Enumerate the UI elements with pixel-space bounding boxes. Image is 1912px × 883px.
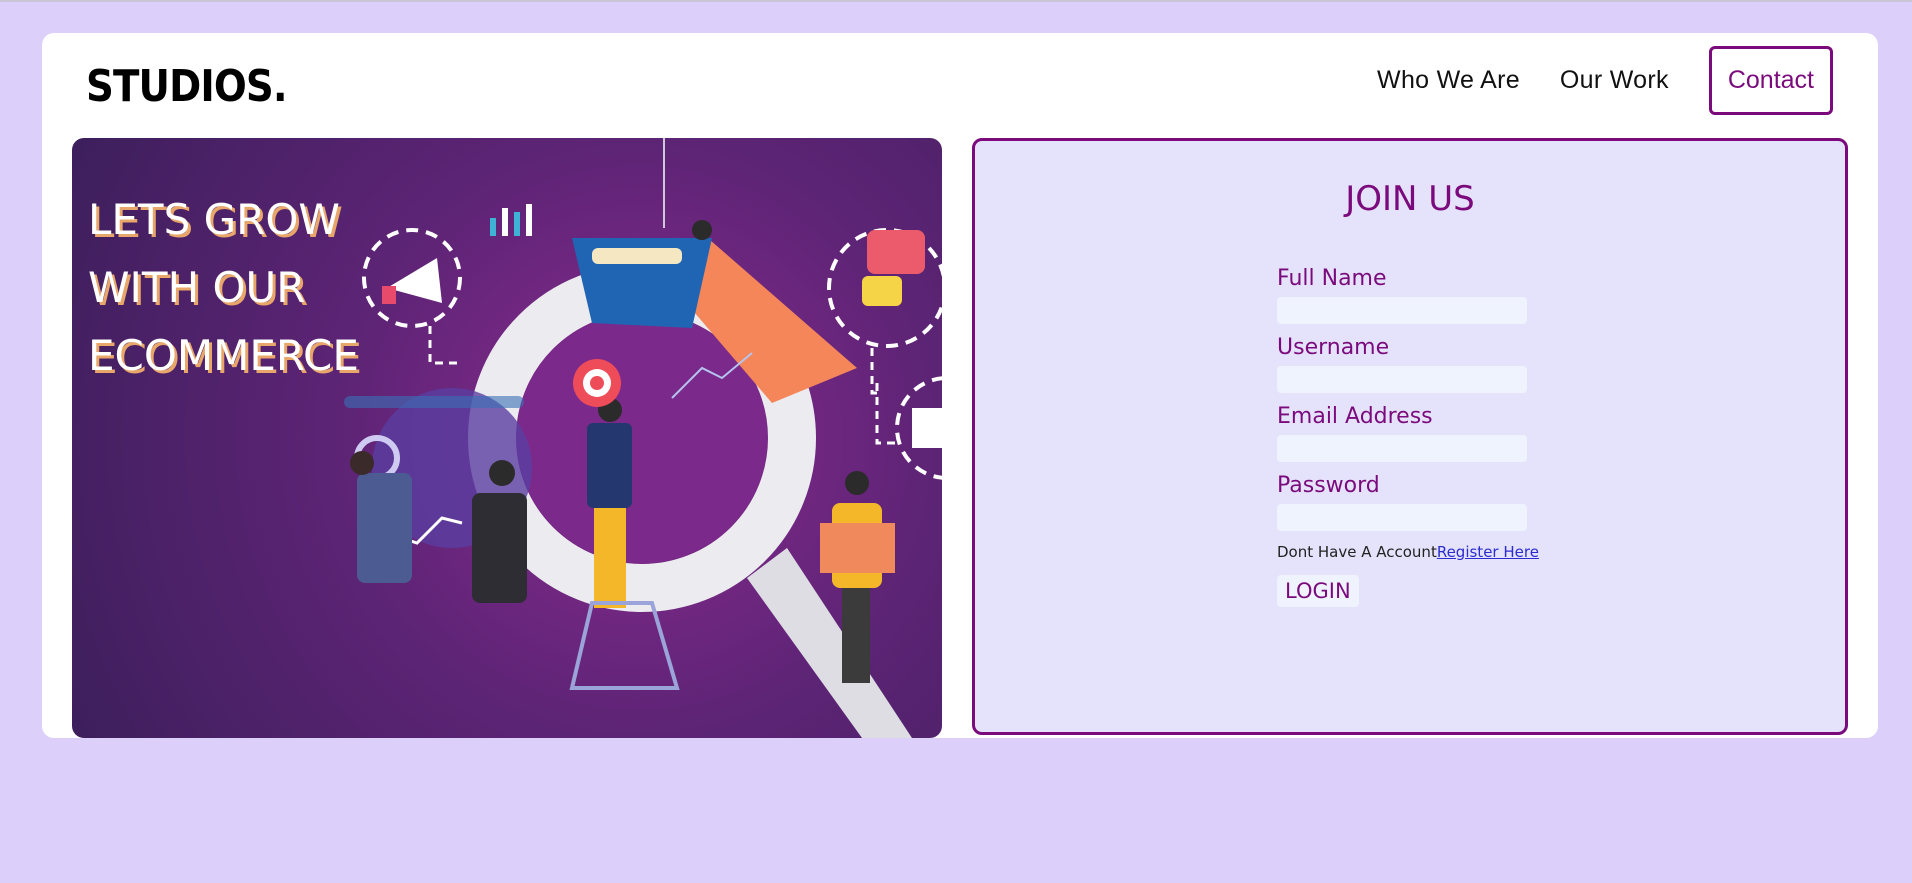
form-title: JOIN US [1345,179,1475,219]
hero-title: LETS GROW WITH OUR ECOMMERCE [88,186,359,390]
email-label: Email Address [1277,404,1433,429]
nav-who-we-are[interactable]: Who We Are [1377,66,1520,95]
username-label: Username [1277,335,1390,360]
join-form: JOIN US Full Name Username Email Address… [972,138,1848,735]
full-name-input[interactable] [1277,297,1527,324]
form-fields: Full Name Username Email Address Passwor… [1277,261,1657,607]
password-label: Password [1277,473,1380,498]
register-prompt: Dont Have A Account [1277,543,1437,561]
nav-contact-button[interactable]: Contact [1708,46,1833,115]
hero-title-line-2: WITH OUR [88,263,306,312]
person-man-suit [472,493,527,603]
full-name-label: Full Name [1277,266,1387,291]
hero-title-line-1: LETS GROW [88,195,340,244]
login-button[interactable]: LOGIN [1277,575,1359,607]
password-input[interactable] [1277,504,1527,531]
person-target [587,423,632,508]
person-man-left [357,473,412,583]
hero-title-line-3: ECOMMERCE [88,331,359,380]
bars-icon [490,218,496,236]
username-input[interactable] [1277,366,1527,393]
top-border [0,0,1912,2]
nav-our-work[interactable]: Our Work [1560,66,1669,95]
main-card: STUDIOS. Who We Are Our Work Contact LET… [42,33,1878,738]
ladder [569,601,680,690]
main-nav: Who We Are Our Work Contact [1377,46,1833,115]
hero-illustration: LETS GROW WITH OUR ECOMMERCE [72,138,942,738]
email-input[interactable] [1277,435,1527,462]
register-row: Dont Have A AccountRegister Here [1277,543,1657,561]
person-woman-lying [592,248,682,264]
studio-logo[interactable]: STUDIOS. [86,61,288,112]
register-link[interactable]: Register Here [1437,543,1539,561]
magnifier-handle [747,548,912,738]
